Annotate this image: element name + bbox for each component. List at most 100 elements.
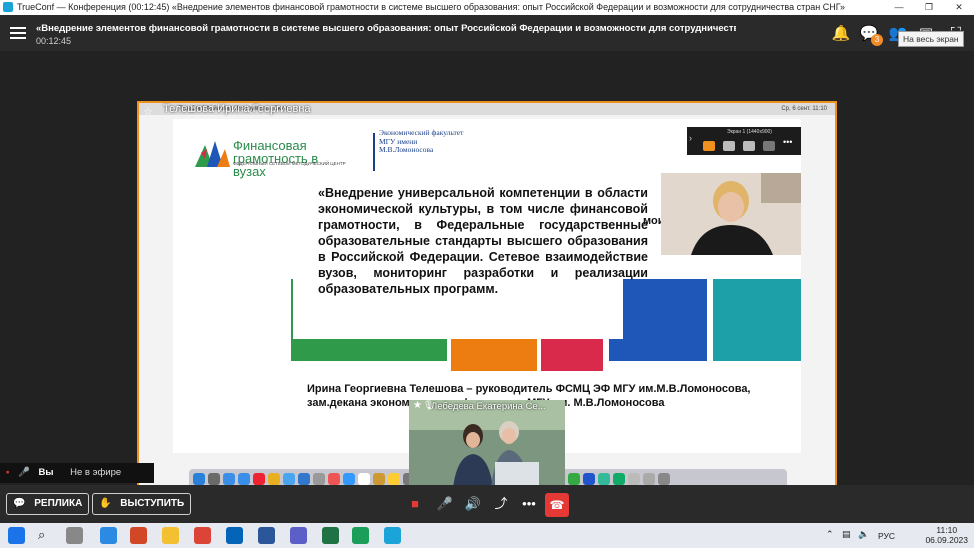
window-controls: — ❐ ✕: [884, 0, 974, 15]
word-taskbar-icon[interactable]: [258, 527, 275, 544]
local-user-status: ▪ 🎤 Вы Не в эфире: [0, 463, 154, 483]
band-teal: [713, 279, 801, 361]
finder-2-icon[interactable]: [283, 473, 295, 485]
conference-title: «Внедрение элементов финансовой грамотно…: [36, 23, 736, 34]
powerpoint-taskbar-icon[interactable]: [130, 527, 147, 544]
opera-icon[interactable]: [253, 473, 265, 485]
finder-icon[interactable]: [193, 473, 205, 485]
maps-icon[interactable]: [313, 473, 325, 485]
notifications-bell-icon[interactable]: 🔔: [831, 24, 851, 44]
call-toolbar: 💬 РЕПЛИКА ✋ ВЫСТУПИТЬ ■ 🎤 🔊 ⤴ ••• ☎: [0, 485, 974, 523]
notes-icon[interactable]: [388, 473, 400, 485]
facetime-icon[interactable]: [343, 473, 355, 485]
messages-icon[interactable]: [298, 473, 310, 485]
mac-clock: Ср, 6 сент. 11:10: [781, 106, 827, 112]
reply-button[interactable]: 💬 РЕПЛИКА: [6, 493, 90, 515]
slide-quote: «Внедрение универсальной компетенции в о…: [318, 186, 648, 296]
share-screen-icon[interactable]: [703, 141, 715, 151]
mgu-text: Экономический факультет МГУ имени М.В.Ло…: [379, 128, 464, 154]
speak-label: ВЫСТУПИТЬ: [120, 498, 185, 509]
trueconf-logo-icon: [3, 2, 13, 12]
teams-icon[interactable]: [290, 527, 307, 544]
mail-icon[interactable]: [238, 473, 250, 485]
reply-label: РЕПЛИКА: [34, 498, 83, 509]
microphone-toggle-icon[interactable]: 🎤: [434, 495, 456, 513]
contacts-icon[interactable]: [373, 473, 385, 485]
outlook-icon[interactable]: [226, 527, 243, 544]
downloads-icon[interactable]: [643, 473, 655, 485]
close-window-button[interactable]: ✕: [944, 0, 974, 15]
window-title: TrueConf — Конференция (00:12:45) «Внедр…: [17, 2, 845, 12]
mgu-divider: [373, 133, 375, 171]
search-icon[interactable]: ⌕: [38, 527, 45, 543]
system-clock[interactable]: 11:10 06.09.2023: [925, 525, 968, 545]
mic-off-icon: 🎤: [18, 467, 30, 478]
window-title-bar: TrueConf — Конференция (00:12:45) «Внедр…: [0, 0, 974, 15]
windows-start-icon[interactable]: [8, 527, 25, 544]
edge-icon[interactable]: [100, 527, 117, 544]
camera-icon[interactable]: [723, 141, 735, 151]
hand-raise-icon: ✋: [99, 498, 112, 509]
more-menu-icon[interactable]: •••: [518, 495, 540, 513]
trash-icon[interactable]: [658, 473, 670, 485]
broadcast-state: Не в эфире: [70, 467, 122, 478]
fullscreen-tooltip: На весь экран: [898, 31, 964, 47]
app-j-icon[interactable]: [568, 473, 580, 485]
keyboard-language[interactable]: РУС: [878, 531, 895, 541]
camera-off-icon: ▪: [6, 467, 10, 478]
excel-icon[interactable]: [613, 473, 625, 485]
word-icon[interactable]: [583, 473, 595, 485]
launchpad-icon[interactable]: [208, 473, 220, 485]
chrome-icon[interactable]: [268, 473, 280, 485]
volume-icon[interactable]: 🔈: [858, 529, 869, 540]
safari-icon[interactable]: [223, 473, 235, 485]
network-icon[interactable]: ▤: [842, 529, 851, 540]
monitor-icon[interactable]: [743, 141, 755, 151]
app-taskbar-icon[interactable]: [352, 527, 369, 544]
task-view-icon[interactable]: [66, 527, 83, 544]
people-icon[interactable]: [763, 141, 775, 151]
band-orange: [451, 339, 537, 371]
explorer-icon[interactable]: [162, 527, 179, 544]
presenter-video: [661, 173, 801, 255]
band-white: [173, 327, 263, 359]
camera-toggle-icon[interactable]: ■: [404, 495, 426, 513]
second-participant-scene-icon: [409, 400, 565, 488]
conference-header: «Внедрение элементов финансовой грамотно…: [0, 15, 974, 51]
pin-star-icon[interactable]: ☆: [143, 105, 153, 118]
chrome-taskbar-icon[interactable]: [194, 527, 211, 544]
minimize-button[interactable]: —: [884, 0, 914, 15]
folder-icon[interactable]: [628, 473, 640, 485]
second-participant-name: Лебедева Екатерина Се...: [431, 401, 546, 412]
speaker-volume-icon[interactable]: 🔊: [462, 495, 484, 513]
second-participant-video: ★ 🎙 Лебедева Екатерина Се...: [409, 400, 565, 488]
more-options-icon[interactable]: •••: [783, 137, 792, 147]
maximize-button[interactable]: ❐: [914, 0, 944, 15]
conference-timer: 00:12:45: [36, 36, 72, 46]
share-content-icon[interactable]: ⤴: [490, 495, 512, 513]
trueconf-dock-icon[interactable]: [598, 473, 610, 485]
pin-star-icon-2[interactable]: ★: [413, 400, 422, 411]
video-stage: TrueConf Файл Вид Инструменты Окно Ср, 6…: [0, 51, 974, 495]
hamburger-menu-icon[interactable]: [10, 24, 26, 42]
windows-taskbar: ⌕ ⌃ ▤ 🔈 РУС 11:10 06.09.2023: [0, 523, 974, 548]
screen-share-panel: › Экран 1 (1440x900) •••: [687, 127, 801, 155]
logo-title: Финансовая грамотность в вузах: [233, 138, 319, 179]
presenter-avatar-icon: [661, 173, 801, 255]
speak-button[interactable]: ✋ ВЫСТУПИТЬ: [92, 493, 192, 515]
collapse-panel-icon[interactable]: ›: [689, 133, 692, 143]
hang-up-button[interactable]: ☎: [545, 493, 569, 517]
trueconf-app: TrueConf — Конференция (00:12:45) «Внедр…: [0, 0, 974, 548]
local-user-label: Вы: [38, 467, 54, 478]
screen-share-label: Экран 1 (1440x900): [727, 129, 772, 135]
chat-bubble-icon: 💬: [13, 498, 26, 509]
financial-literacy-logo-icon: [195, 141, 230, 167]
excel-taskbar-icon[interactable]: [322, 527, 339, 544]
photos-icon[interactable]: [328, 473, 340, 485]
logo-subtitle: ФЕДЕРАЛЬНЫЙ СЕТЕВОЙ МЕТОДИЧЕСКИЙ ЦЕНТР: [233, 161, 346, 166]
calendar-icon[interactable]: [358, 473, 370, 485]
clock-date: 06.09.2023: [925, 535, 968, 545]
presenter-name: Телешова Ирина Георгиевна: [163, 103, 311, 115]
trueconf-taskbar-icon[interactable]: [384, 527, 401, 544]
tray-chevron-icon[interactable]: ⌃: [826, 529, 834, 540]
